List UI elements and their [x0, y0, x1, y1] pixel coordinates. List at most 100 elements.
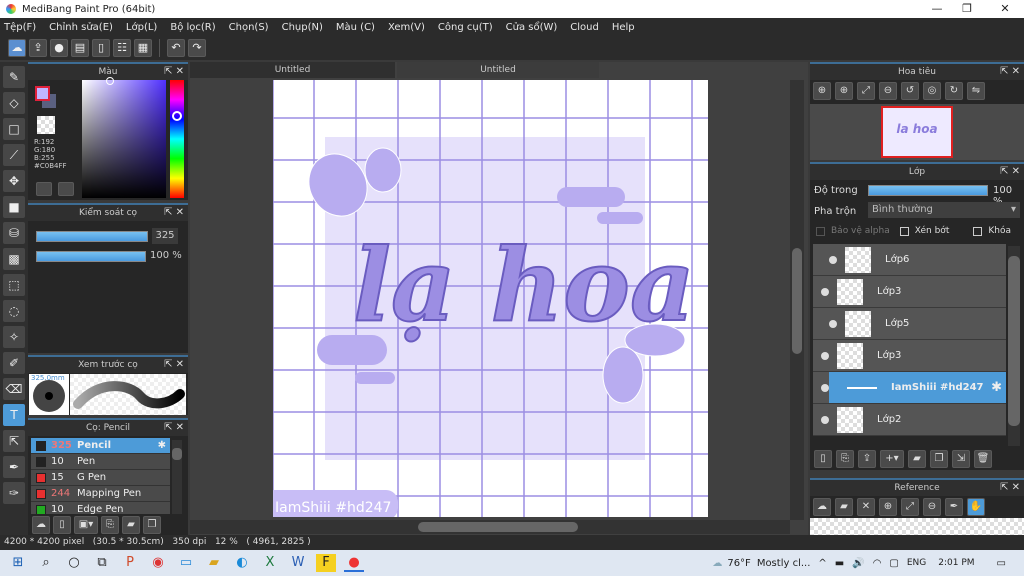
weather-icon[interactable]: ☁	[712, 558, 722, 569]
medibang-icon[interactable]: ●	[344, 554, 364, 572]
weather-desc[interactable]: Mostly cl...	[757, 558, 811, 569]
minimize-button[interactable]: —	[920, 0, 954, 18]
visibility-icon[interactable]	[829, 319, 837, 328]
windows-start-icon[interactable]: ⊞	[8, 554, 28, 572]
new-layer-icon[interactable]: ▯	[814, 450, 832, 468]
vertical-scrollbar[interactable]	[790, 80, 804, 520]
open-folder-icon[interactable]: ▰	[835, 498, 853, 516]
word-icon[interactable]: W	[288, 554, 308, 572]
import-layer-icon[interactable]: ⇪	[858, 450, 876, 468]
panel-controls-icon[interactable]: ⇱ ✕	[1000, 64, 1020, 80]
volume-icon[interactable]: 🔊	[852, 558, 864, 569]
magic-wand-icon[interactable]: ✧	[3, 326, 25, 348]
search-icon[interactable]: ⌕	[36, 554, 56, 572]
meet-icon[interactable]: ▢	[889, 558, 898, 569]
brush-item-pen[interactable]: 10 Pen	[31, 454, 170, 470]
bucket-tool-icon[interactable]: ⛁	[3, 222, 25, 244]
tab-untitled-1[interactable]: Untitled	[190, 62, 395, 78]
reset-rotation-icon[interactable]: ◎	[923, 82, 941, 100]
cloud-brush-icon[interactable]: ☁	[32, 516, 50, 534]
close-button[interactable]: ✕	[988, 0, 1022, 18]
rotate-right-icon[interactable]: ↻	[945, 82, 963, 100]
layer-folder-icon[interactable]: ▰	[908, 450, 926, 468]
brush-item-edge-pen[interactable]: 10 Edge Pen	[31, 502, 170, 514]
select-tool-icon[interactable]: ⬚	[3, 274, 25, 296]
visibility-icon[interactable]	[821, 351, 829, 360]
palette-icon[interactable]	[36, 182, 52, 196]
eyedropper-icon[interactable]: ✒	[3, 456, 25, 478]
polyline-tool-icon[interactable]: ⟋	[3, 144, 25, 166]
eraser-tool-icon[interactable]: ◇	[3, 92, 25, 114]
horizontal-scrollbar[interactable]	[190, 520, 790, 534]
color-history-icon[interactable]	[58, 182, 74, 196]
tab-untitled-2[interactable]: Untitled	[397, 62, 599, 78]
layer-opacity-slider[interactable]	[868, 185, 988, 196]
document-canvas[interactable]: lạ hoa IamShiii #hd247	[273, 80, 708, 517]
lock-checkbox[interactable]	[973, 226, 983, 236]
brush-item-g-pen[interactable]: 15 G Pen	[31, 470, 170, 486]
layer-item[interactable]: Lớp3	[813, 340, 1006, 372]
zoom-out-icon[interactable]: ⊖	[879, 82, 897, 100]
powerpoint-icon[interactable]: P	[120, 554, 140, 572]
select-pen-icon[interactable]: ✐	[3, 352, 25, 374]
shape-tool-icon[interactable]: □	[3, 118, 25, 140]
layer-item[interactable]: Lớp2	[813, 404, 1006, 436]
hand-icon[interactable]: ✋	[967, 498, 985, 516]
app-icon[interactable]: ◉	[148, 554, 168, 572]
merge-layer-icon[interactable]: ⇲	[952, 450, 970, 468]
copy-layer-icon[interactable]: ⎘	[836, 450, 854, 468]
move-tool-icon[interactable]: ✥	[3, 170, 25, 192]
edge-icon[interactable]: ◐	[232, 554, 252, 572]
flip-icon[interactable]: ⇋	[967, 82, 985, 100]
folder-icon[interactable]: ▰	[122, 516, 140, 534]
eyedropper-icon[interactable]: ✒	[945, 498, 963, 516]
clipping-checkbox[interactable]	[899, 226, 909, 236]
blend-mode-select[interactable]: Bình thường ▾	[868, 202, 1020, 218]
transparent-swatch[interactable]	[37, 116, 55, 134]
notification-icon[interactable]: ▭	[997, 558, 1006, 569]
menu-view[interactable]: Xem(V)	[388, 22, 425, 33]
page-icon[interactable]: ▯	[92, 39, 110, 57]
zoom-in-2-icon[interactable]: ⊕	[835, 82, 853, 100]
gear-icon[interactable]: ✱	[158, 440, 166, 451]
lasso-tool-icon[interactable]: ◌	[3, 300, 25, 322]
close-reference-icon[interactable]: ✕	[857, 498, 875, 516]
panel-controls-icon[interactable]: ⇱ ✕	[164, 357, 184, 373]
redo-icon[interactable]: ↷	[188, 39, 206, 57]
copy-brush-icon[interactable]: ⎘	[101, 516, 119, 534]
brush-list-scrollbar[interactable]	[172, 440, 182, 514]
clock[interactable]: 2:01 PM	[938, 558, 974, 568]
panel-controls-icon[interactable]: ⇱ ✕	[1000, 480, 1020, 496]
menu-window[interactable]: Cửa sổ(W)	[506, 22, 558, 33]
text-tool-icon[interactable]: T	[3, 404, 25, 426]
page-manager-icon[interactable]: ☷	[113, 39, 131, 57]
menu-tools[interactable]: Công cụ(T)	[438, 22, 493, 33]
zoom-in-icon[interactable]: ⊕	[813, 82, 831, 100]
speech-bubble-icon[interactable]: ●	[50, 39, 68, 57]
menu-file[interactable]: Tệp(F)	[4, 22, 36, 33]
zoom-out-icon[interactable]: ⊖	[923, 498, 941, 516]
visibility-icon[interactable]	[821, 287, 829, 296]
duplicate-layer-icon[interactable]: ❐	[930, 450, 948, 468]
foreground-color-swatch[interactable]	[35, 86, 50, 101]
layer-item-selected[interactable]: IamShiii #hd247 ✱	[813, 372, 1006, 404]
layer-list-scrollbar[interactable]	[1008, 246, 1020, 446]
fit-icon[interactable]: ⤢	[857, 82, 875, 100]
panel-controls-icon[interactable]: ⇱ ✕	[164, 420, 184, 436]
menu-layer[interactable]: Lớp(L)	[126, 22, 157, 33]
app-f-icon[interactable]: F	[316, 554, 336, 572]
delete-layer-icon[interactable]: 🗑	[974, 450, 992, 468]
brush-tool-icon[interactable]: ✎	[3, 66, 25, 88]
cloud-icon[interactable]: ☁	[8, 39, 26, 57]
fit-icon[interactable]: ⤢	[901, 498, 919, 516]
hue-slider[interactable]	[170, 80, 184, 198]
gear-icon[interactable]: ✱	[991, 380, 1002, 395]
panel-controls-icon[interactable]: ⇱ ✕	[1000, 164, 1020, 180]
menu-select[interactable]: Chọn(S)	[229, 22, 269, 33]
rotate-left-icon[interactable]: ↺	[901, 82, 919, 100]
maximize-button[interactable]: ❐	[950, 0, 984, 18]
layer-item[interactable]: Lớp6	[813, 244, 1006, 276]
duplicate-icon[interactable]: ❐	[143, 516, 161, 534]
brush-size-value[interactable]: 325	[152, 228, 178, 244]
file-explorer-icon[interactable]: ▰	[204, 554, 224, 572]
